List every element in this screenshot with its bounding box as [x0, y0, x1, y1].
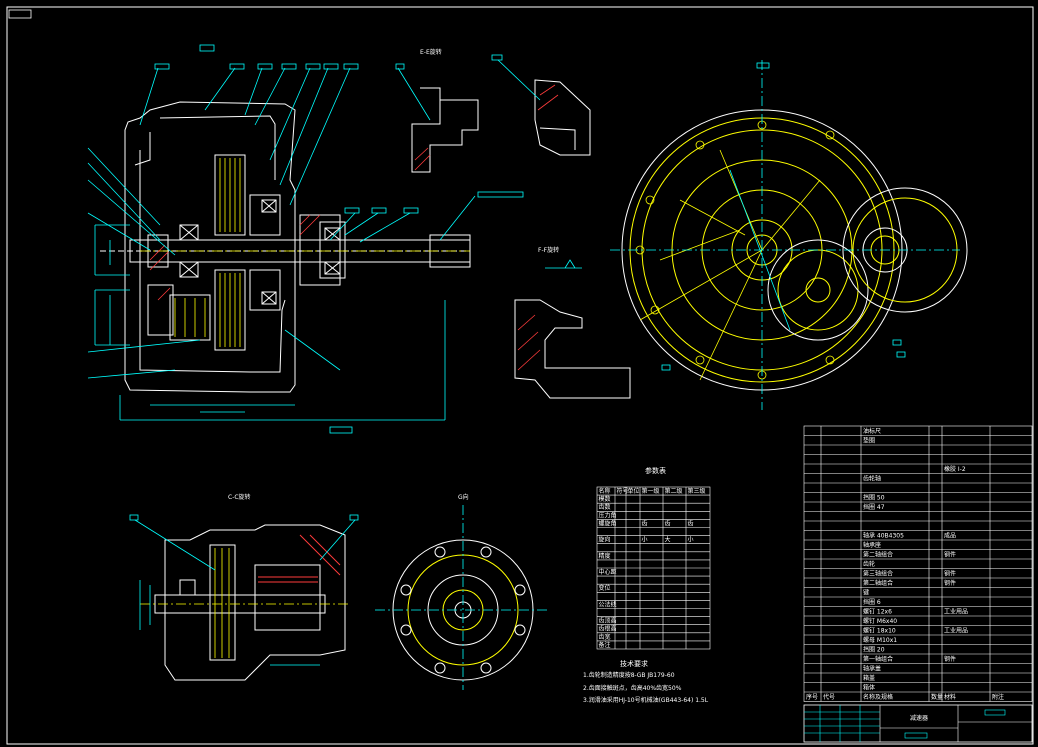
- cad-drawing-canvas: E-E旋转 F-F旋转 C-C旋转 G向 参数表 名称 符号单位 第一级 第二级…: [0, 0, 1038, 747]
- param-table-grid: [596, 486, 711, 650]
- param-table-cell: 第二级: [665, 487, 683, 495]
- bom-cell: 第一轴组合: [863, 655, 893, 663]
- bom-cell: 橡胶 I-2: [944, 465, 966, 473]
- tech-req-item-3: 3.润滑油采用HJ-10号机械油(GB443-64) 1.5L: [583, 696, 709, 704]
- bom-cell: 第三轴组合: [863, 570, 893, 578]
- bom-cell: 钢件: [944, 570, 956, 578]
- bom-cell: 螺钉 12x6: [863, 608, 892, 616]
- bom-cell: 挡圈 50: [863, 494, 885, 502]
- bom-cell: 第二轴组合: [863, 579, 893, 587]
- bom-cell: 数量: [931, 693, 943, 701]
- param-table-cell: 齿数: [599, 503, 611, 511]
- bom-cell: 齿轮: [863, 560, 875, 568]
- tech-req-item-1: 1.齿轮制造精度按8-GB JB179-60: [583, 671, 675, 679]
- bom-cell: 螺母 M10x1: [863, 636, 897, 644]
- g-view-label: G向: [458, 493, 469, 501]
- tech-req-title: 技术要求: [620, 659, 648, 668]
- param-table-cell: 中心距: [599, 568, 617, 576]
- param-table-cell: 备注: [599, 641, 611, 649]
- bom-cell: 键: [863, 589, 869, 597]
- param-table-cell: 小: [642, 536, 648, 544]
- param-table-cell: 公法线: [599, 600, 617, 608]
- param-table-cell: 齿: [642, 519, 648, 527]
- bom-cell: 箱盖: [863, 674, 875, 682]
- bom-cell: 工业用品: [944, 608, 968, 616]
- bom-cell: 挡圈 6: [863, 598, 881, 606]
- bom-cell: 钢件: [944, 551, 956, 559]
- c-view-label: C-C旋转: [228, 493, 251, 501]
- param-table-cell: 螺旋角: [599, 519, 617, 527]
- param-table-cell: 齿顶高: [599, 617, 617, 625]
- param-table-cell: 模数: [599, 495, 611, 503]
- param-table-cell: 压力角: [599, 511, 617, 519]
- param-table-cell: 旋向: [599, 536, 611, 544]
- bom-cell: 油标尺: [863, 427, 881, 435]
- bom-cell: 材料: [944, 693, 956, 701]
- bom-cell: 箱体: [863, 684, 875, 692]
- bom-cell: 轴承座: [863, 541, 881, 549]
- bom-cell: 成品: [944, 532, 956, 540]
- param-table-cell: 精度: [599, 552, 611, 560]
- bom-cell: 齿轮轴: [863, 475, 881, 483]
- bom-cell: 轴承 40B4305: [863, 532, 904, 540]
- param-table-cell: 单位: [628, 487, 640, 495]
- f-view-label: F-F旋转: [538, 246, 559, 254]
- param-table-cell: 名称: [599, 487, 611, 495]
- bom-cell: 钢件: [944, 655, 956, 663]
- param-table-cell: 小: [688, 536, 694, 544]
- bom-cell: 名称及规格: [863, 693, 893, 701]
- title-block-name: 减速器: [910, 714, 928, 722]
- param-table-cell: 大: [665, 536, 671, 544]
- param-table-cell: 齿宽: [599, 633, 611, 641]
- bom-cell: 螺钉 18x10: [863, 627, 896, 635]
- param-table-cell: 齿: [665, 519, 671, 527]
- param-table-cell: 齿根高: [599, 625, 617, 633]
- bom-cell: 轴承盖: [863, 665, 881, 673]
- param-table-cell: 第三级: [688, 487, 706, 495]
- param-table-cell: 变位: [599, 584, 611, 592]
- bom-cell: 挡圈 20: [863, 646, 885, 654]
- param-table-cell: 第一级: [642, 487, 660, 495]
- bom-cell: 附注: [992, 693, 1004, 701]
- bom-cell: 钢件: [944, 579, 956, 587]
- bom-cell: 代号: [823, 693, 835, 701]
- e-view-label: E-E旋转: [420, 48, 442, 56]
- param-table-cell: 齿: [688, 519, 694, 527]
- bom-cell: 垫圈: [863, 437, 875, 445]
- bom-cell: 序号: [806, 693, 818, 701]
- bom-cell: 第二轴组合: [863, 551, 893, 559]
- bom-cell: 工业用品: [944, 627, 968, 635]
- param-table-title: 参数表: [645, 466, 666, 475]
- bom-cell: 挡圈 47: [863, 503, 885, 511]
- bom-cell: 螺钉 M6x40: [863, 617, 897, 625]
- tech-req-item-2: 2.齿面接触斑点，齿高40%齿宽50%: [583, 684, 682, 692]
